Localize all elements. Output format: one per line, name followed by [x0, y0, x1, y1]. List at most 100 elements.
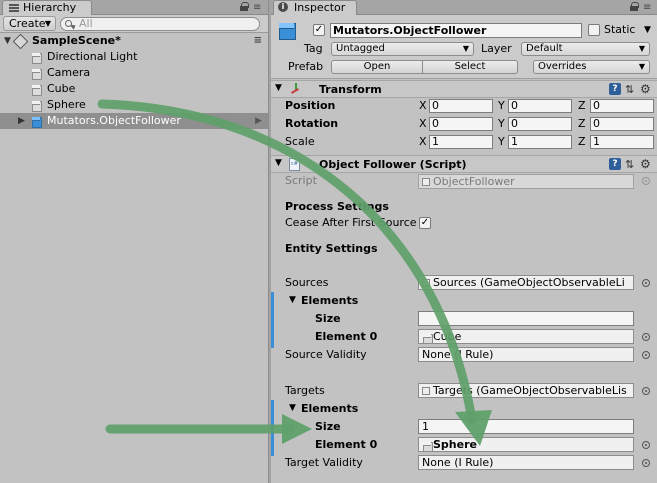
hierarchy-item-cube[interactable]: Cube [0, 81, 268, 97]
rotation-x-field[interactable]: 0 [429, 117, 493, 131]
targets-value: Targets (GameObjectObservableLis [433, 384, 627, 397]
sources-element0-field[interactable]: Cube [418, 329, 634, 344]
sources-element0-value: Cube [433, 330, 462, 343]
hierarchy-item-camera[interactable]: Camera [0, 65, 268, 81]
component-header-icons: ? ⇅ ⚙ [609, 157, 653, 172]
scene-menu-icon[interactable]: ≡ [254, 33, 262, 49]
chevron-down-icon: ▼ [638, 62, 645, 71]
preset-icon[interactable]: ⇅ [625, 158, 634, 171]
prefab-open-button[interactable]: Open [331, 60, 423, 74]
axis-y-label: Y [498, 135, 505, 148]
fold-open-icon[interactable]: ▼ [275, 158, 282, 168]
object-follower-header[interactable]: ▼ c# Object Follower (Script) ? ⇅ ⚙ [271, 155, 657, 173]
object-picker-icon[interactable] [642, 459, 650, 467]
gameobject-icon [421, 440, 433, 451]
gameobject-icon [30, 99, 42, 112]
transform-title: Transform [319, 83, 382, 96]
prefab-icon [30, 115, 42, 128]
sources-field[interactable]: Sources (GameObjectObservableLi [418, 275, 634, 290]
gear-icon[interactable]: ⚙ [640, 157, 651, 171]
rotation-y-field[interactable]: 0 [508, 117, 572, 131]
object-name-field[interactable]: Mutators.ObjectFollower [330, 23, 582, 38]
overrides-dropdown[interactable]: Overrides ▼ [533, 60, 650, 74]
axis-x-label: X [419, 135, 427, 148]
object-picker-icon[interactable] [642, 279, 650, 287]
tag-label: Tag [304, 42, 323, 55]
fold-open-icon[interactable]: ▼ [289, 403, 296, 413]
active-checkbox[interactable]: ✓ [313, 24, 325, 36]
targets-label: Targets [285, 384, 325, 397]
axis-x-label: X [419, 117, 427, 130]
object-picker-icon [642, 177, 650, 185]
object-picker-icon[interactable] [642, 441, 650, 449]
preset-icon[interactable]: ⇅ [625, 83, 634, 96]
hierarchy-item-label: Cube [47, 82, 76, 95]
cease-after-first-source-checkbox[interactable]: ✓ [419, 217, 431, 229]
inspector-tab[interactable]: i Inspector [273, 0, 357, 16]
object-picker-icon[interactable] [642, 333, 650, 341]
hierarchy-item-object-follower[interactable]: ▶ Mutators.ObjectFollower ▶ [0, 113, 268, 129]
target-validity-field[interactable]: None (I Rule) [418, 455, 634, 470]
transform-header[interactable]: ▼ Transform ? ⇅ ⚙ [271, 80, 657, 98]
panel-menu-icon[interactable]: ≡ [253, 2, 261, 13]
hierarchy-tab[interactable]: Hierarchy [2, 0, 92, 16]
targets-size-field[interactable]: 1 [418, 419, 634, 434]
lock-icon[interactable] [630, 2, 639, 11]
static-checkbox[interactable] [588, 24, 600, 36]
hierarchy-tab-label: Hierarchy [23, 1, 77, 14]
object-picker-icon[interactable] [642, 351, 650, 359]
unity-editor: Hierarchy ≡ Create ▼ ▼ All ▼ SampleScene… [0, 0, 657, 483]
gear-icon[interactable]: ⚙ [640, 82, 651, 96]
fold-open-icon[interactable]: ▼ [289, 295, 296, 305]
fold-open-icon[interactable]: ▼ [275, 83, 282, 93]
help-icon[interactable]: ? [609, 83, 621, 95]
targets-field[interactable]: Targets (GameObjectObservableLis [418, 383, 634, 398]
list-icon [9, 4, 19, 12]
chevron-right-icon[interactable]: ▶ [255, 113, 262, 129]
hierarchy-item-sphere[interactable]: Sphere [0, 97, 268, 113]
inspector-header: ✓ Mutators.ObjectFollower Static ▼ Tag U… [271, 15, 657, 79]
hierarchy-item-directional-light[interactable]: Directional Light [0, 49, 268, 65]
layer-value: Default [526, 43, 563, 54]
layer-dropdown[interactable]: Default ▼ [521, 42, 650, 56]
hierarchy-item-label: Camera [47, 66, 91, 79]
lock-icon[interactable] [240, 2, 249, 11]
fold-open-icon: ▼ [4, 36, 11, 46]
object-picker-icon[interactable] [642, 387, 650, 395]
targets-element0-field[interactable]: Sphere [418, 437, 634, 452]
scale-z-field[interactable]: 1 [590, 135, 654, 149]
inspector-panel: i Inspector ≡ ✓ Mutators.ObjectFollower … [271, 0, 657, 483]
target-validity-label: Target Validity [285, 456, 363, 469]
hierarchy-search-input[interactable]: ▼ All [60, 17, 260, 31]
create-dropdown[interactable]: Create ▼ [3, 16, 56, 31]
scale-y-field[interactable]: 1 [508, 135, 572, 149]
help-icon[interactable]: ? [609, 158, 621, 170]
object-follower-title: Object Follower (Script) [319, 158, 467, 171]
fold-closed-icon[interactable]: ▶ [18, 113, 25, 129]
position-z-field[interactable]: 0 [590, 99, 654, 113]
tag-dropdown[interactable]: Untagged ▼ [331, 42, 474, 56]
static-dropdown-icon[interactable]: ▼ [644, 23, 651, 37]
sources-element0-label: Element 0 [315, 330, 378, 343]
rotation-label: Rotation [285, 117, 339, 130]
sources-size-field[interactable] [418, 311, 634, 326]
gameobject-icon [30, 67, 42, 80]
source-validity-field[interactable]: None (I Rule) [418, 347, 634, 362]
asset-icon [422, 387, 430, 395]
axis-z-label: Z [578, 99, 586, 112]
scale-x-field[interactable]: 1 [429, 135, 493, 149]
panel-menu-icon[interactable]: ≡ [643, 2, 651, 13]
asset-icon [422, 279, 430, 287]
hierarchy-item-label: Directional Light [47, 50, 138, 63]
targets-elements-label: Elements [301, 402, 359, 415]
layer-label: Layer [481, 42, 512, 55]
sources-elements-label: Elements [301, 294, 359, 307]
sources-size-label: Size [315, 312, 341, 325]
axis-z-label: Z [578, 117, 586, 130]
scene-row[interactable]: ▼ SampleScene* ≡ [0, 33, 268, 49]
rotation-z-field[interactable]: 0 [590, 117, 654, 131]
prefab-select-button[interactable]: Select [422, 60, 518, 74]
position-y-field[interactable]: 0 [508, 99, 572, 113]
position-x-field[interactable]: 0 [429, 99, 493, 113]
component-header-icons: ? ⇅ ⚙ [609, 82, 653, 97]
